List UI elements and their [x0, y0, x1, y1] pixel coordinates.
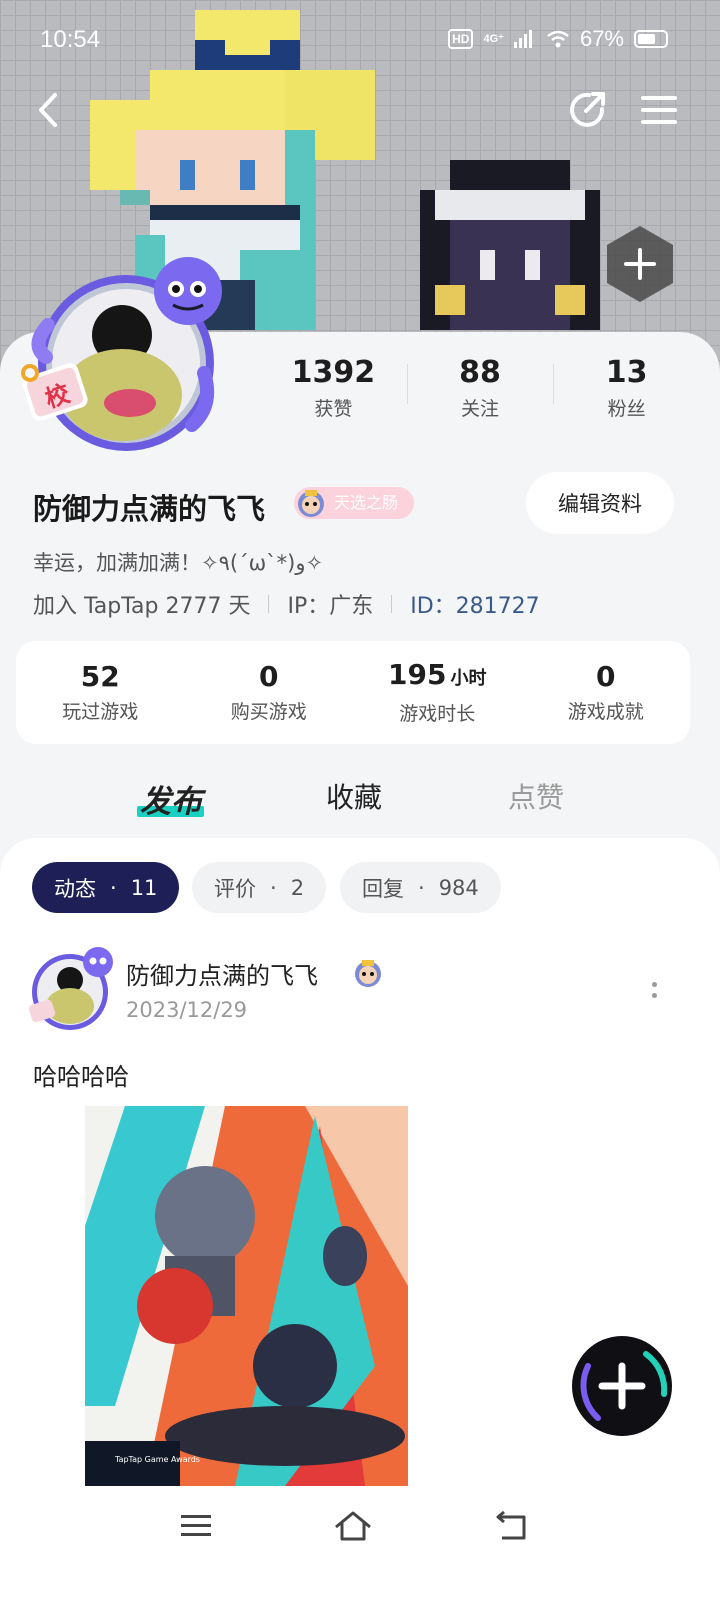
chip-label: 动态: [54, 876, 96, 901]
nav-back-button[interactable]: [490, 1508, 534, 1544]
game-stat-label: 购买游戏: [230, 701, 307, 723]
game-stat-value: 52: [80, 660, 120, 693]
game-stat-purchased[interactable]: 0 购买游戏: [185, 661, 354, 724]
chip-moments[interactable]: 动态 · 11: [32, 862, 180, 913]
stat-label: 粉丝: [607, 398, 646, 420]
divider: [391, 595, 393, 613]
tab-favorites[interactable]: 收藏: [326, 776, 382, 816]
post-image-art: TapTap Game Awards: [85, 1106, 408, 1486]
chip-label: 回复: [362, 876, 404, 901]
add-cover-button[interactable]: [600, 224, 680, 304]
game-stat-value: 0: [596, 660, 616, 693]
joined-days: 加入 TapTap 2777 天: [33, 594, 251, 619]
user-id[interactable]: ID：281727: [410, 588, 539, 620]
menu-button[interactable]: [637, 88, 681, 132]
username: 防御力点满的飞飞: [33, 492, 266, 526]
stat-label: 获赞: [314, 398, 353, 420]
chip-count: 2: [290, 875, 305, 900]
stat-value: 1392: [291, 355, 376, 390]
chip-replies[interactable]: 回复 · 984: [340, 862, 501, 913]
back-button[interactable]: [26, 88, 70, 132]
game-stat-achievements[interactable]: 0 游戏成就: [522, 661, 691, 724]
share-button[interactable]: [566, 88, 610, 132]
hd-badge: HD: [448, 29, 474, 49]
battery-icon: [634, 30, 668, 48]
stat-label: 关注: [461, 398, 500, 420]
status-time: 10:54: [40, 26, 101, 53]
profile-meta: 加入 TapTap 2777 天 IP：广东 ID：281727: [33, 588, 540, 620]
bio: 幸运，加满加满！✧٩(ˊωˋ*)و✧: [33, 551, 324, 575]
nav-back-icon: [496, 1511, 526, 1540]
add-icon: [607, 226, 673, 302]
wifi-icon: [547, 30, 569, 48]
post-author-avatar[interactable]: [26, 944, 118, 1034]
menu-icon: [641, 96, 677, 124]
edit-profile-button[interactable]: 编辑资料: [526, 472, 674, 534]
game-stat-label: 游戏时长: [399, 703, 476, 725]
post-author-name[interactable]: 防御力点满的飞飞: [126, 956, 318, 991]
game-stat-value: 0: [259, 660, 279, 693]
post-text: 哈哈哈哈: [33, 1063, 129, 1091]
home-icon: [335, 1511, 371, 1541]
tab-likes[interactable]: 点赞: [508, 776, 564, 816]
chip-count: 11: [130, 875, 158, 900]
stat-likes[interactable]: 1392 获赞: [260, 356, 407, 421]
status-indicators: HD 4G⁺ 67%: [448, 26, 668, 52]
tab-posts[interactable]: 发布: [140, 776, 202, 821]
chip-reviews[interactable]: 评价 · 2: [192, 862, 327, 913]
avatar-image: 校: [21, 257, 222, 451]
stat-value: 88: [459, 355, 501, 390]
stat-following[interactable]: 88 关注: [406, 355, 554, 421]
post-date: 2023/12/29: [126, 998, 248, 1022]
ip-location: IP：广东: [287, 594, 374, 619]
battery-fill: [638, 34, 656, 44]
nav-menu-button[interactable]: [174, 1508, 218, 1544]
create-post-button[interactable]: [568, 1336, 676, 1436]
share-icon: [570, 92, 605, 127]
chip-dot: ·: [418, 875, 425, 900]
game-stat-label: 玩过游戏: [62, 701, 139, 723]
back-arrow-icon: [39, 93, 57, 127]
stat-value: 13: [605, 355, 648, 390]
add-icon: [572, 1336, 672, 1436]
avatar[interactable]: 校: [18, 255, 238, 465]
game-stat-playtime[interactable]: 195 小时 游戏时长: [353, 659, 522, 726]
chip-dot: ·: [270, 875, 277, 900]
chip-dot: ·: [110, 875, 117, 900]
signal-icon: [513, 30, 532, 48]
more-vertical-icon[interactable]: [642, 976, 666, 1004]
status-bar: 10:54 HD 4G⁺ 67%: [0, 0, 720, 80]
post-avatar-image: [28, 947, 113, 1030]
chip-label: 评价: [214, 876, 256, 901]
author-badge-icon: [355, 960, 381, 987]
stat-followers[interactable]: 13 粉丝: [553, 356, 700, 421]
nav-menu-icon: [181, 1515, 211, 1536]
nav-home-button[interactable]: [331, 1508, 375, 1544]
badge-avatar-icon: [298, 490, 324, 517]
game-stat-label: 游戏成就: [567, 701, 644, 723]
image-caption: TapTap Game Awards: [114, 1455, 200, 1464]
game-stats-card: 52 玩过游戏 0 购买游戏 195 小时 游戏时长 0 游戏成就: [16, 641, 690, 744]
chip-count: 984: [438, 875, 479, 900]
game-stat-value: 195: [388, 658, 447, 691]
profile-stats: 1392 获赞 88 关注 13 粉丝: [260, 356, 700, 421]
game-stat-unit: 小时: [450, 668, 487, 689]
battery-percent: 67%: [579, 26, 624, 51]
post-image[interactable]: TapTap Game Awards: [85, 1106, 408, 1486]
network-type: 4G⁺: [483, 32, 504, 45]
game-stat-played[interactable]: 52 玩过游戏: [16, 661, 185, 724]
divider: [268, 595, 270, 613]
